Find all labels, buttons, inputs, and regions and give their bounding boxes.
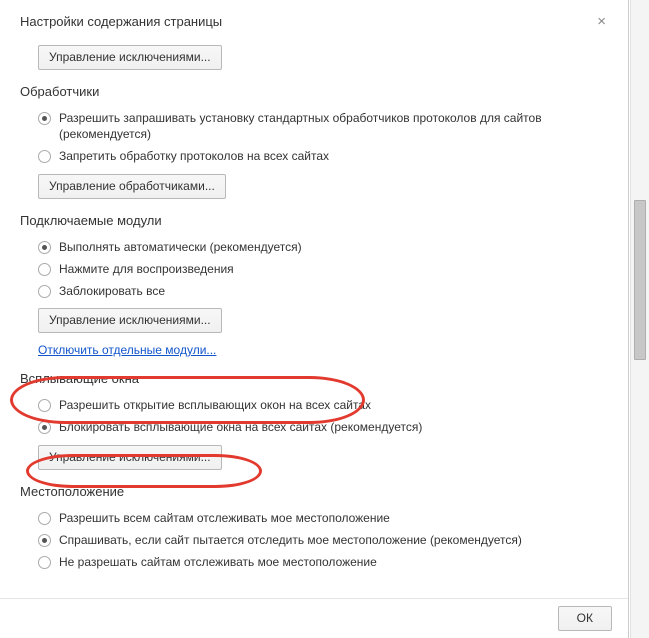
option-label: Не разрешать сайтам отслеживать мое мест… [59, 554, 377, 570]
content-settings-dialog: Настройки содержания страницы × Управлен… [0, 0, 629, 638]
radio-option-handlers-deny[interactable]: Запретить обработку протоколов на всех с… [20, 145, 608, 167]
option-label: Выполнять автоматически (рекомендуется) [59, 239, 302, 255]
option-label: Нажмите для воспроизведения [59, 261, 234, 277]
radio-option-plugins-block[interactable]: Заблокировать все [20, 280, 608, 302]
manage-exceptions-popups-button[interactable]: Управление исключениями... [38, 445, 222, 470]
close-icon[interactable]: × [595, 14, 608, 29]
section-title-location: Местоположение [20, 484, 608, 499]
radio-option-handlers-allow[interactable]: Разрешить запрашивать установку стандарт… [20, 107, 608, 145]
window-scrollbar[interactable] [630, 0, 649, 638]
section-title-handlers: Обработчики [20, 84, 608, 99]
option-label: Запретить обработку протоколов на всех с… [59, 148, 329, 164]
section-title-plugins: Подключаемые модули [20, 213, 608, 228]
radio-option-popups-allow[interactable]: Разрешить открытие всплывающих окон на в… [20, 394, 608, 416]
radio-icon [38, 241, 51, 254]
option-label: Разрешить запрашивать установку стандарт… [59, 110, 608, 142]
dialog-content: Управление исключениями... Обработчики Р… [0, 35, 628, 583]
disable-individual-plugins-link[interactable]: Отключить отдельные модули... [38, 343, 216, 357]
option-label: Разрешить открытие всплывающих окон на в… [59, 397, 371, 413]
section-title-popups: Всплывающие окна [20, 371, 608, 386]
option-label: Блокировать всплывающие окна на всех сай… [59, 419, 422, 435]
radio-icon [38, 399, 51, 412]
scrollbar-thumb[interactable] [634, 200, 646, 360]
radio-option-plugins-auto[interactable]: Выполнять автоматически (рекомендуется) [20, 236, 608, 258]
manage-exceptions-button[interactable]: Управление исключениями... [38, 45, 222, 70]
radio-option-popups-block[interactable]: Блокировать всплывающие окна на всех сай… [20, 416, 608, 438]
radio-option-location-ask[interactable]: Спрашивать, если сайт пытается отследить… [20, 529, 608, 551]
dialog-header: Настройки содержания страницы × [0, 0, 628, 35]
dialog-title: Настройки содержания страницы [20, 14, 222, 29]
option-label: Спрашивать, если сайт пытается отследить… [59, 532, 522, 548]
radio-icon [38, 556, 51, 569]
section-handlers: Обработчики Разрешить запрашивать устано… [20, 84, 608, 199]
section-popups: Всплывающие окна Разрешить открытие вспл… [20, 371, 608, 469]
manage-exceptions-plugins-button[interactable]: Управление исключениями... [38, 308, 222, 333]
radio-icon [38, 263, 51, 276]
manage-handlers-button[interactable]: Управление обработчиками... [38, 174, 226, 199]
option-label: Разрешить всем сайтам отслеживать мое ме… [59, 510, 390, 526]
dialog-footer: ОК [0, 598, 628, 638]
radio-option-location-allow[interactable]: Разрешить всем сайтам отслеживать мое ме… [20, 507, 608, 529]
radio-option-plugins-click[interactable]: Нажмите для воспроизведения [20, 258, 608, 280]
section-location: Местоположение Разрешить всем сайтам отс… [20, 484, 608, 574]
ok-button[interactable]: ОК [558, 606, 612, 631]
section-plugins: Подключаемые модули Выполнять автоматиче… [20, 213, 608, 358]
radio-icon [38, 534, 51, 547]
radio-icon [38, 150, 51, 163]
radio-option-location-deny[interactable]: Не разрешать сайтам отслеживать мое мест… [20, 551, 608, 573]
option-label: Заблокировать все [59, 283, 165, 299]
radio-icon [38, 421, 51, 434]
radio-icon [38, 112, 51, 125]
radio-icon [38, 285, 51, 298]
radio-icon [38, 512, 51, 525]
